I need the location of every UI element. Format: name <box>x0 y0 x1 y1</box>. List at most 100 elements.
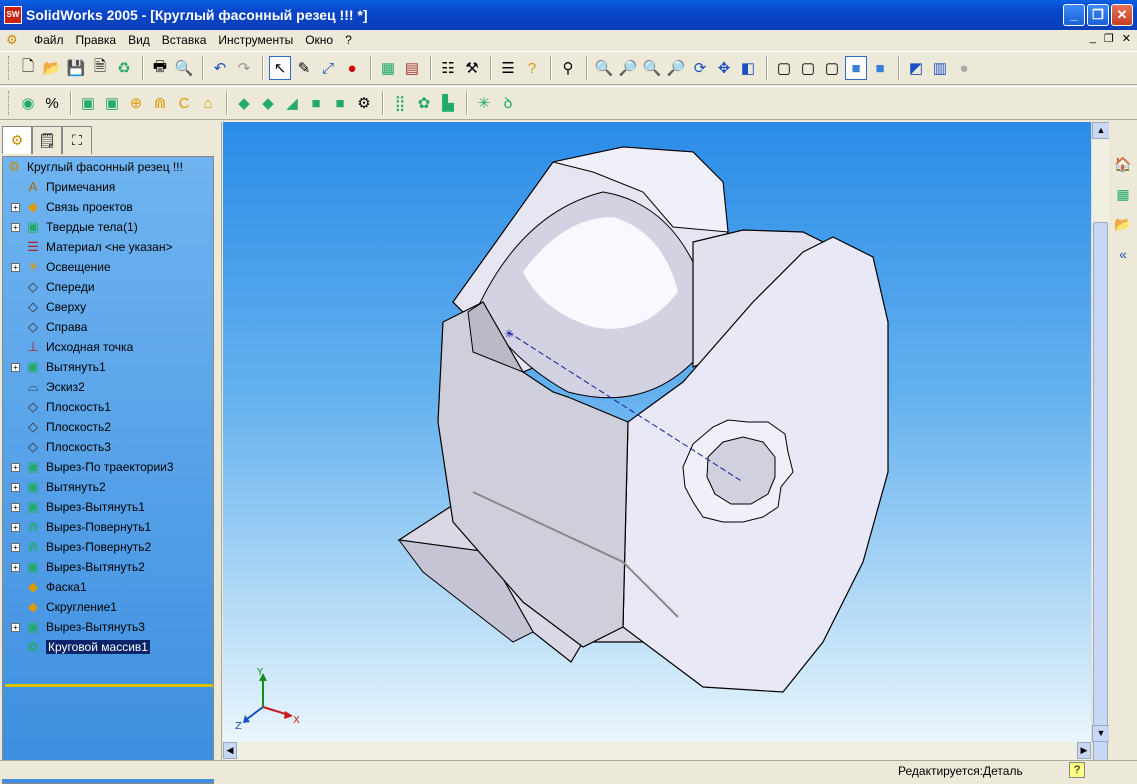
tree-item[interactable]: ◇ Сверху <box>11 297 86 317</box>
doc-restore-button[interactable]: ❐ <box>1104 32 1114 45</box>
help-icon[interactable]: ? <box>521 56 543 80</box>
hidden-removed-icon[interactable]: ▢ <box>821 56 843 80</box>
menu-file[interactable]: Файл <box>28 33 70 47</box>
appearance-icon[interactable]: ▦ <box>1111 182 1135 206</box>
open-icon[interactable]: 📂 <box>41 56 63 80</box>
tree-root[interactable]: ⚙ Круглый фасонный резец !!! <box>5 157 183 177</box>
extrude-cut-icon[interactable]: ▣ <box>77 91 99 115</box>
tree-item[interactable]: + ⋒ Вырез-Повернуть2 <box>11 537 151 557</box>
zoom-out-icon[interactable]: 🔎 <box>665 56 687 80</box>
scroll-thumb[interactable] <box>1093 222 1108 778</box>
tree-item[interactable]: + ☀ Освещение <box>11 257 111 277</box>
shell-icon[interactable]: ◆ <box>233 91 255 115</box>
realview-icon[interactable]: ● <box>953 56 975 80</box>
toolbar-grip[interactable] <box>8 91 11 115</box>
tree-item[interactable]: + ▣ Вырез-По траектории3 <box>11 457 174 477</box>
curves-icon[interactable]: ꝺ <box>497 91 519 115</box>
configuration-manager-tab[interactable]: ⛶ <box>62 126 92 154</box>
feature-manager-tab[interactable]: ⚙ <box>2 126 32 154</box>
tree-item[interactable]: ◇ Плоскость2 <box>11 417 111 437</box>
zoom-area-icon[interactable]: 🔎 <box>617 56 639 80</box>
hole-wizard-icon[interactable]: ■ <box>305 91 327 115</box>
scroll-right-button[interactable]: ▶ <box>1077 742 1091 759</box>
document-icon[interactable]: ⚙ <box>6 32 22 48</box>
graphics-area[interactable]: ✳ Y X Z <box>223 122 1091 742</box>
horizontal-scrollbar[interactable]: ◀ ▶ <box>223 742 1091 760</box>
feature-extrude-icon[interactable]: ◉ <box>17 91 39 115</box>
new-icon[interactable]: 🗋 <box>17 56 39 80</box>
tree-item[interactable]: + ▣ Вытянуть1 <box>11 357 106 377</box>
zoom-fit-icon[interactable]: 🔍 <box>593 56 615 80</box>
shaded-icon[interactable]: ■ <box>869 56 891 80</box>
reference-geometry-icon[interactable]: ✳ <box>473 91 495 115</box>
linear-pattern-icon[interactable]: ⣿ <box>389 91 411 115</box>
tree-item[interactable]: A Примечания <box>11 177 116 197</box>
tree-item[interactable]: + ⋒ Вырез-Повернуть1 <box>11 517 151 537</box>
select-icon[interactable]: ↖ <box>269 56 291 80</box>
home-icon[interactable]: 🏠 <box>1111 152 1135 176</box>
tree-item[interactable]: ◇ Спереди <box>11 277 95 297</box>
section-view-icon[interactable]: ▥ <box>929 56 951 80</box>
tree-item[interactable]: + ▣ Вырез-Вытянуть3 <box>11 617 145 637</box>
scroll-up-button[interactable]: ▲ <box>1092 122 1110 139</box>
menu-help[interactable]: ? <box>339 33 358 47</box>
rotate-icon[interactable]: ⟳ <box>689 56 711 80</box>
minimize-button[interactable]: _ <box>1063 4 1085 26</box>
chamfer-icon[interactable]: ⌂ <box>197 91 219 115</box>
select-filter-icon[interactable]: ⚲ <box>557 56 579 80</box>
options2-icon[interactable]: ⚒ <box>461 56 483 80</box>
zoom-in-icon[interactable]: 🔍 <box>641 56 663 80</box>
list-icon[interactable]: ☰ <box>497 56 519 80</box>
expand-toggle[interactable]: + <box>11 622 20 632</box>
rebuild-icon[interactable]: ♻ <box>113 56 135 80</box>
color-grid-icon[interactable]: ▦ <box>377 56 399 80</box>
doc-minimize-button[interactable]: _ <box>1090 32 1096 45</box>
tree-item[interactable]: ◆ Скругление1 <box>11 597 117 617</box>
collapse-icon[interactable]: « <box>1111 242 1135 266</box>
folder-icon[interactable]: 📂 <box>1111 212 1135 236</box>
pan-icon[interactable]: ✥ <box>713 56 735 80</box>
tree-item[interactable]: + ▣ Вырез-Вытянуть2 <box>11 557 145 577</box>
hole-icon[interactable]: ⚙ <box>353 91 375 115</box>
expand-toggle[interactable]: + <box>11 262 20 272</box>
tree-item[interactable]: + ▣ Вырез-Вытянуть1 <box>11 497 145 517</box>
app-logo-icon[interactable]: SW <box>4 6 22 24</box>
expand-toggle[interactable]: + <box>11 462 20 472</box>
toolbar-grip[interactable] <box>8 56 11 80</box>
menu-window[interactable]: Окно <box>299 33 339 47</box>
expand-toggle[interactable]: + <box>11 362 20 372</box>
loft-icon[interactable]: ⋒ <box>149 91 171 115</box>
circular-pattern-icon[interactable]: ✿ <box>413 91 435 115</box>
undo-icon[interactable]: ↶ <box>209 56 231 80</box>
tree-item[interactable]: ⌓ Эскиз2 <box>11 377 85 397</box>
boss-revolve-icon[interactable]: % <box>41 91 63 115</box>
doc-close-button[interactable]: ✕ <box>1122 32 1131 45</box>
menu-edit[interactable]: Правка <box>70 33 123 47</box>
tree-item[interactable]: ✿ Круговой массив1 <box>11 637 150 657</box>
preview-icon[interactable]: 🔍 <box>173 56 195 80</box>
perspective-icon[interactable]: ◩ <box>905 56 927 80</box>
expand-toggle[interactable]: + <box>11 542 20 552</box>
draft-icon[interactable]: ◢ <box>281 91 303 115</box>
vertical-scrollbar[interactable]: ▲ ▼ <box>1091 122 1110 778</box>
scroll-down-button[interactable]: ▼ <box>1092 725 1110 742</box>
property-manager-tab[interactable]: 🗒 <box>32 126 62 154</box>
fillet-icon[interactable]: C <box>173 91 195 115</box>
tree-item[interactable]: + ▣ Твердые тела(1) <box>11 217 138 237</box>
print-icon[interactable]: 🖶 <box>149 56 171 80</box>
tree-item[interactable]: ◇ Плоскость3 <box>11 437 111 457</box>
standard-views-icon[interactable]: ◧ <box>737 56 759 80</box>
menu-insert[interactable]: Вставка <box>156 33 213 47</box>
revolve-cut-icon[interactable]: ⊕ <box>125 91 147 115</box>
expand-toggle[interactable]: + <box>11 562 20 572</box>
save-icon[interactable]: 💾 <box>65 56 87 80</box>
close-button[interactable]: ✕ <box>1111 4 1133 26</box>
options-icon[interactable]: ☷ <box>437 56 459 80</box>
sweep-icon[interactable]: ▣ <box>101 91 123 115</box>
menu-tools[interactable]: Инструменты <box>212 33 299 47</box>
expand-toggle[interactable]: + <box>11 522 20 532</box>
tree-item[interactable]: + ▣ Вытянуть2 <box>11 477 106 497</box>
tree-item[interactable]: + ◆ Связь проектов <box>11 197 133 217</box>
maximize-button[interactable]: ❐ <box>1087 4 1109 26</box>
rib-icon[interactable]: ◆ <box>257 91 279 115</box>
